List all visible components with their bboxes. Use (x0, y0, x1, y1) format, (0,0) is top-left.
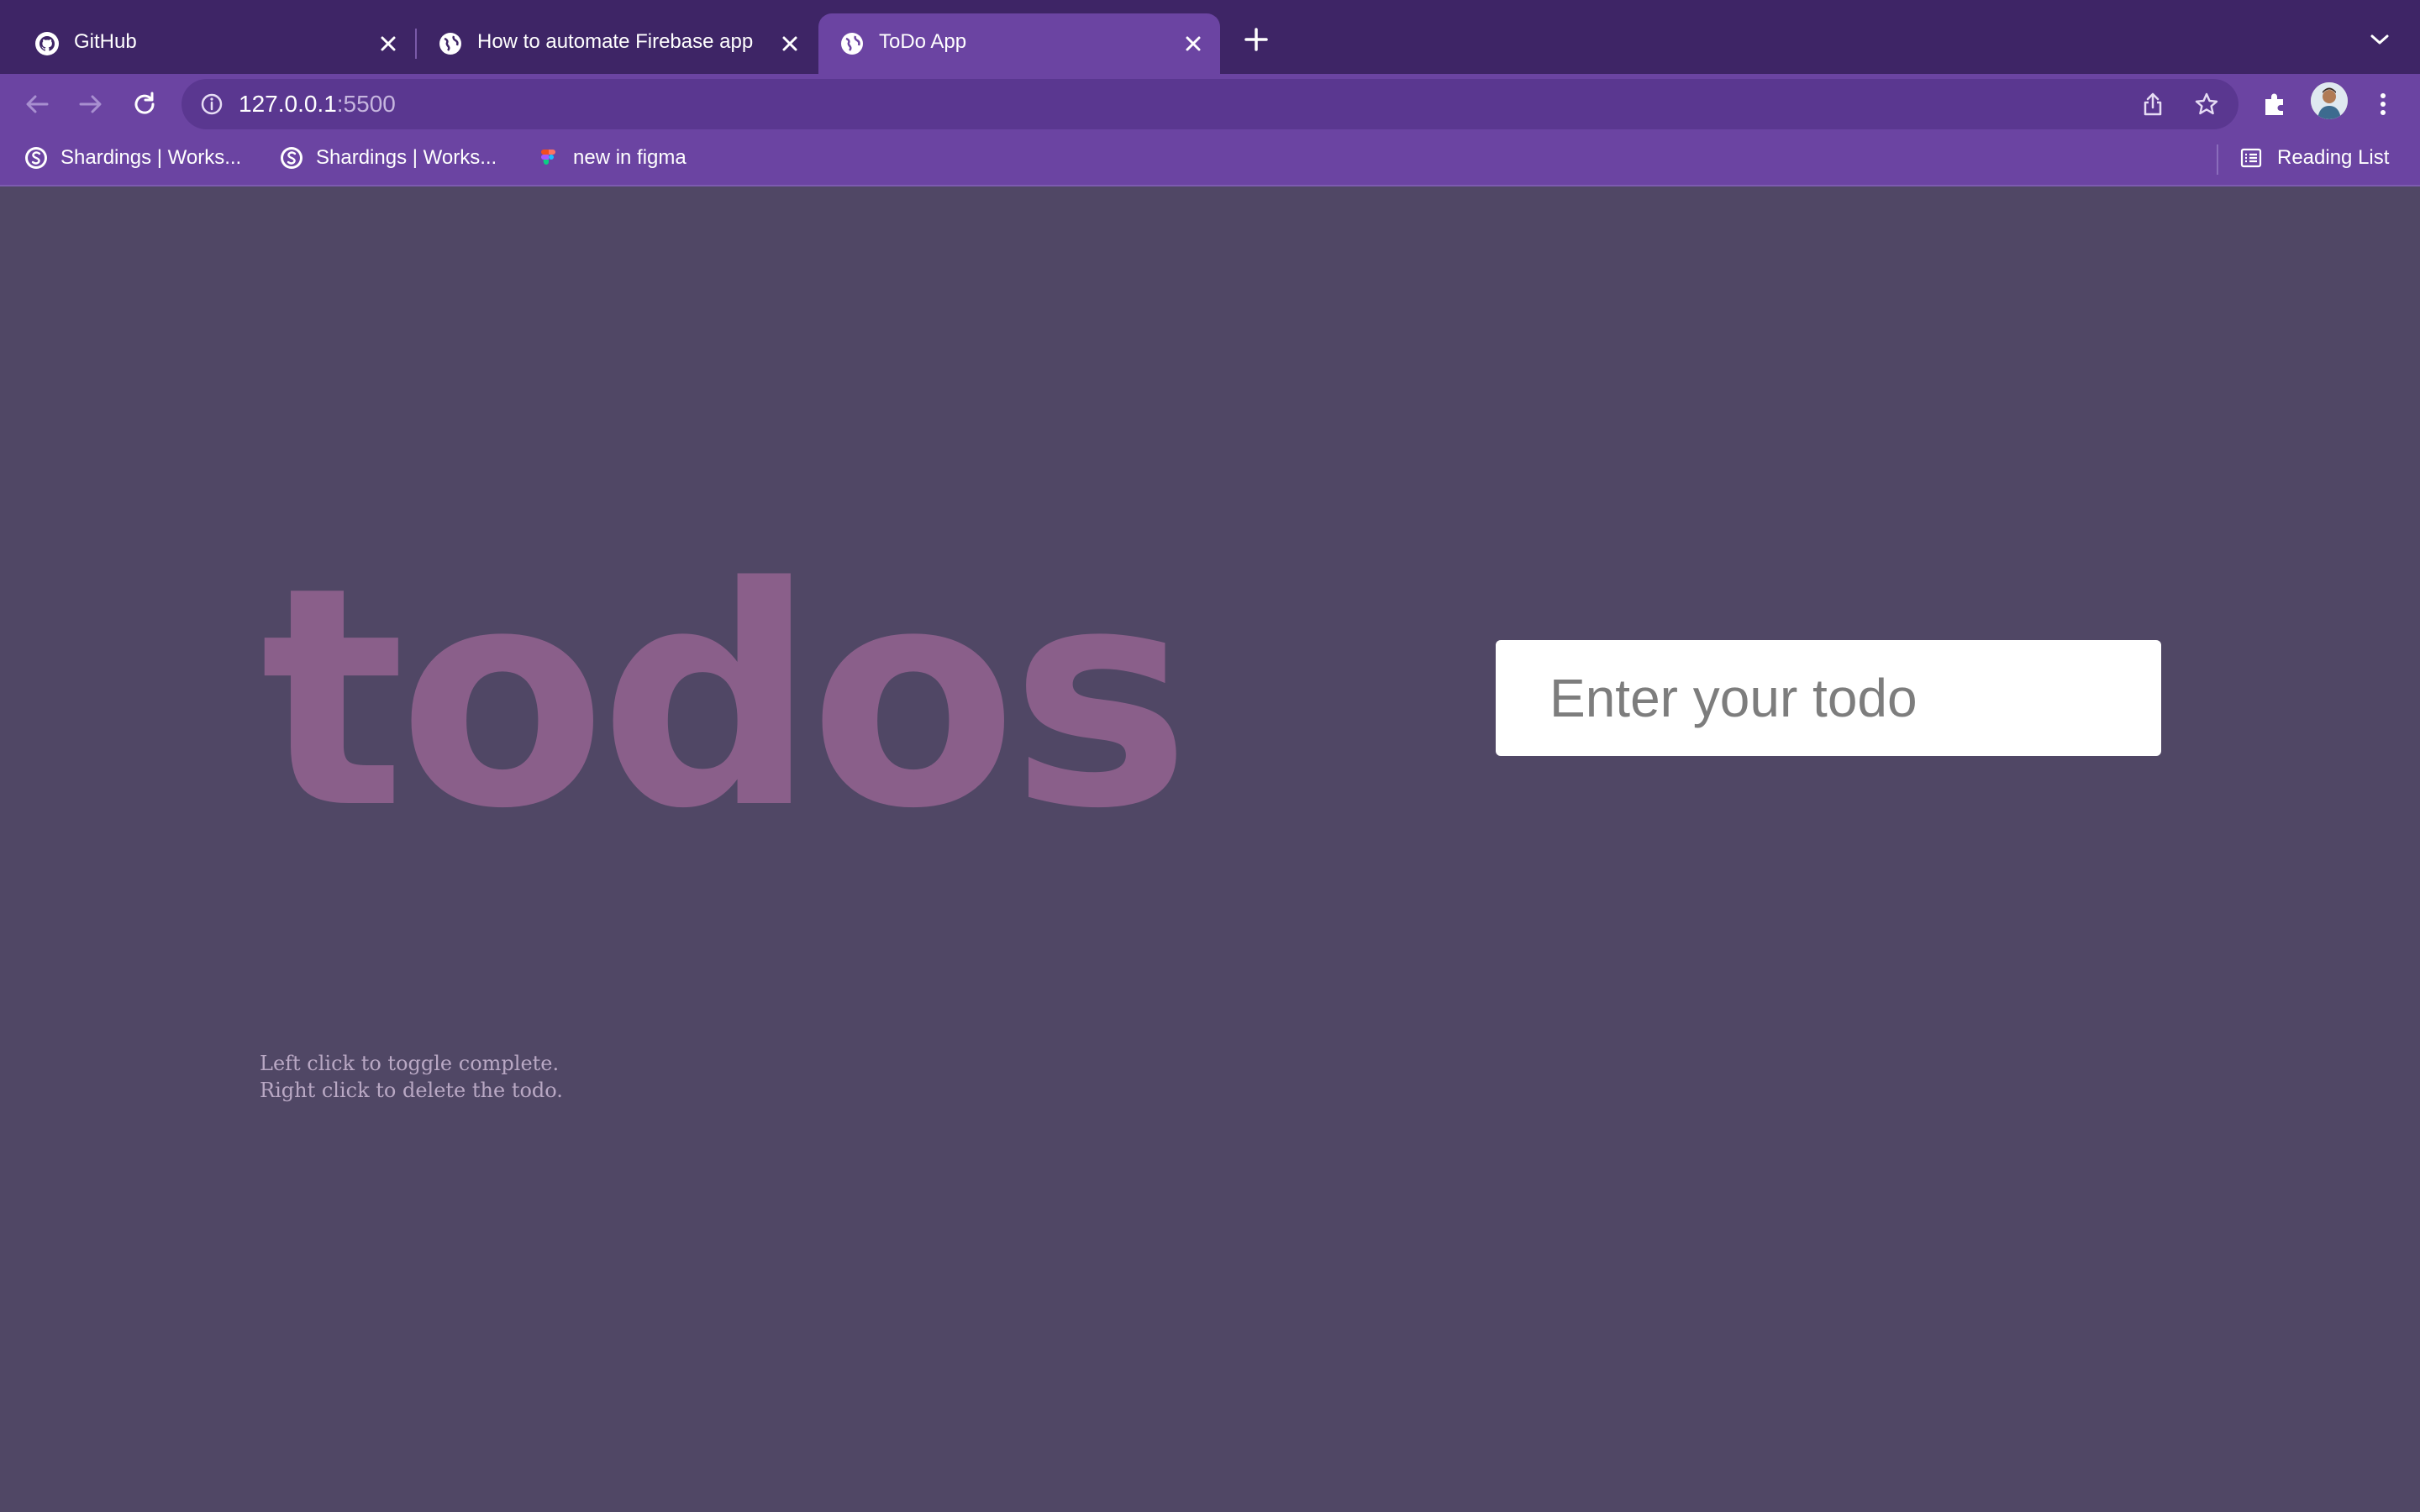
bookmark-separator (2217, 144, 2218, 175)
reload-icon[interactable] (129, 89, 160, 119)
info-icon[interactable] (200, 92, 224, 116)
reading-list-button[interactable]: Reading List (2238, 134, 2389, 181)
forward-arrow-icon[interactable] (76, 89, 106, 119)
globe-icon (439, 33, 461, 55)
back-arrow-icon[interactable] (22, 89, 52, 119)
close-icon[interactable] (778, 32, 802, 55)
new-tab-plus-icon[interactable] (1242, 25, 1270, 54)
url-port: :5500 (336, 91, 396, 117)
todo-input[interactable] (1496, 640, 2161, 756)
close-icon[interactable] (376, 32, 400, 55)
bookmark-label: new in figma (573, 146, 687, 169)
shardings-icon (25, 147, 47, 169)
bookmark-item[interactable]: Shardings | Works... (279, 134, 497, 181)
tab-title: How to automate Firebase app (477, 30, 754, 53)
bookmark-star-icon[interactable] (2193, 91, 2220, 118)
reading-list-icon (2240, 148, 2262, 168)
hint-line-delete: Right click to delete the todo. (260, 1079, 563, 1102)
url-host: 127.0.0.1 (239, 91, 337, 117)
shardings-icon (281, 147, 302, 169)
bookmark-label: Shardings | Works... (60, 146, 242, 169)
tab-title: ToDo App (879, 30, 967, 53)
app-logo: todos (260, 522, 1191, 874)
more-vertical-icon[interactable] (2368, 89, 2398, 119)
tab-strip: GitHub How to automate Firebase app ToDo… (0, 0, 2420, 74)
address-bar[interactable]: 127.0.0.1:5500 (182, 79, 2238, 129)
tab-title: GitHub (74, 30, 137, 53)
close-icon[interactable] (1181, 32, 1205, 55)
github-icon (35, 32, 59, 55)
bookmark-label: Shardings | Works... (316, 146, 497, 169)
share-icon[interactable] (2139, 91, 2166, 118)
chevron-down-icon[interactable] (2368, 30, 2391, 49)
browser-chrome: GitHub How to automate Firebase app ToDo… (0, 0, 2420, 186)
usage-hint: Left click to toggle complete. Right cli… (260, 1050, 563, 1104)
tab-github[interactable]: GitHub (13, 13, 405, 74)
bookmark-item[interactable]: new in figma (536, 134, 687, 181)
tab-todo-app[interactable]: ToDo App (818, 13, 1220, 74)
tab-firebase[interactable]: How to automate Firebase app (417, 13, 815, 74)
extensions-puzzle-icon[interactable] (2260, 89, 2291, 119)
profile-avatar[interactable] (2311, 82, 2348, 119)
hint-line-toggle: Left click to toggle complete. (260, 1052, 560, 1075)
url-text: 127.0.0.1:5500 (239, 79, 396, 129)
browser-toolbar: 127.0.0.1:5500 (0, 74, 2420, 134)
avatar-image (2311, 82, 2348, 119)
reading-list-label: Reading List (2277, 146, 2390, 169)
bookmarks-bar: Shardings | Works... Shardings | Works..… (0, 134, 2420, 186)
globe-icon (841, 33, 863, 55)
todo-app-page: todos Left click to toggle complete. Rig… (0, 186, 2420, 1512)
figma-icon (541, 150, 555, 165)
bookmark-item[interactable]: Shardings | Works... (24, 134, 241, 181)
